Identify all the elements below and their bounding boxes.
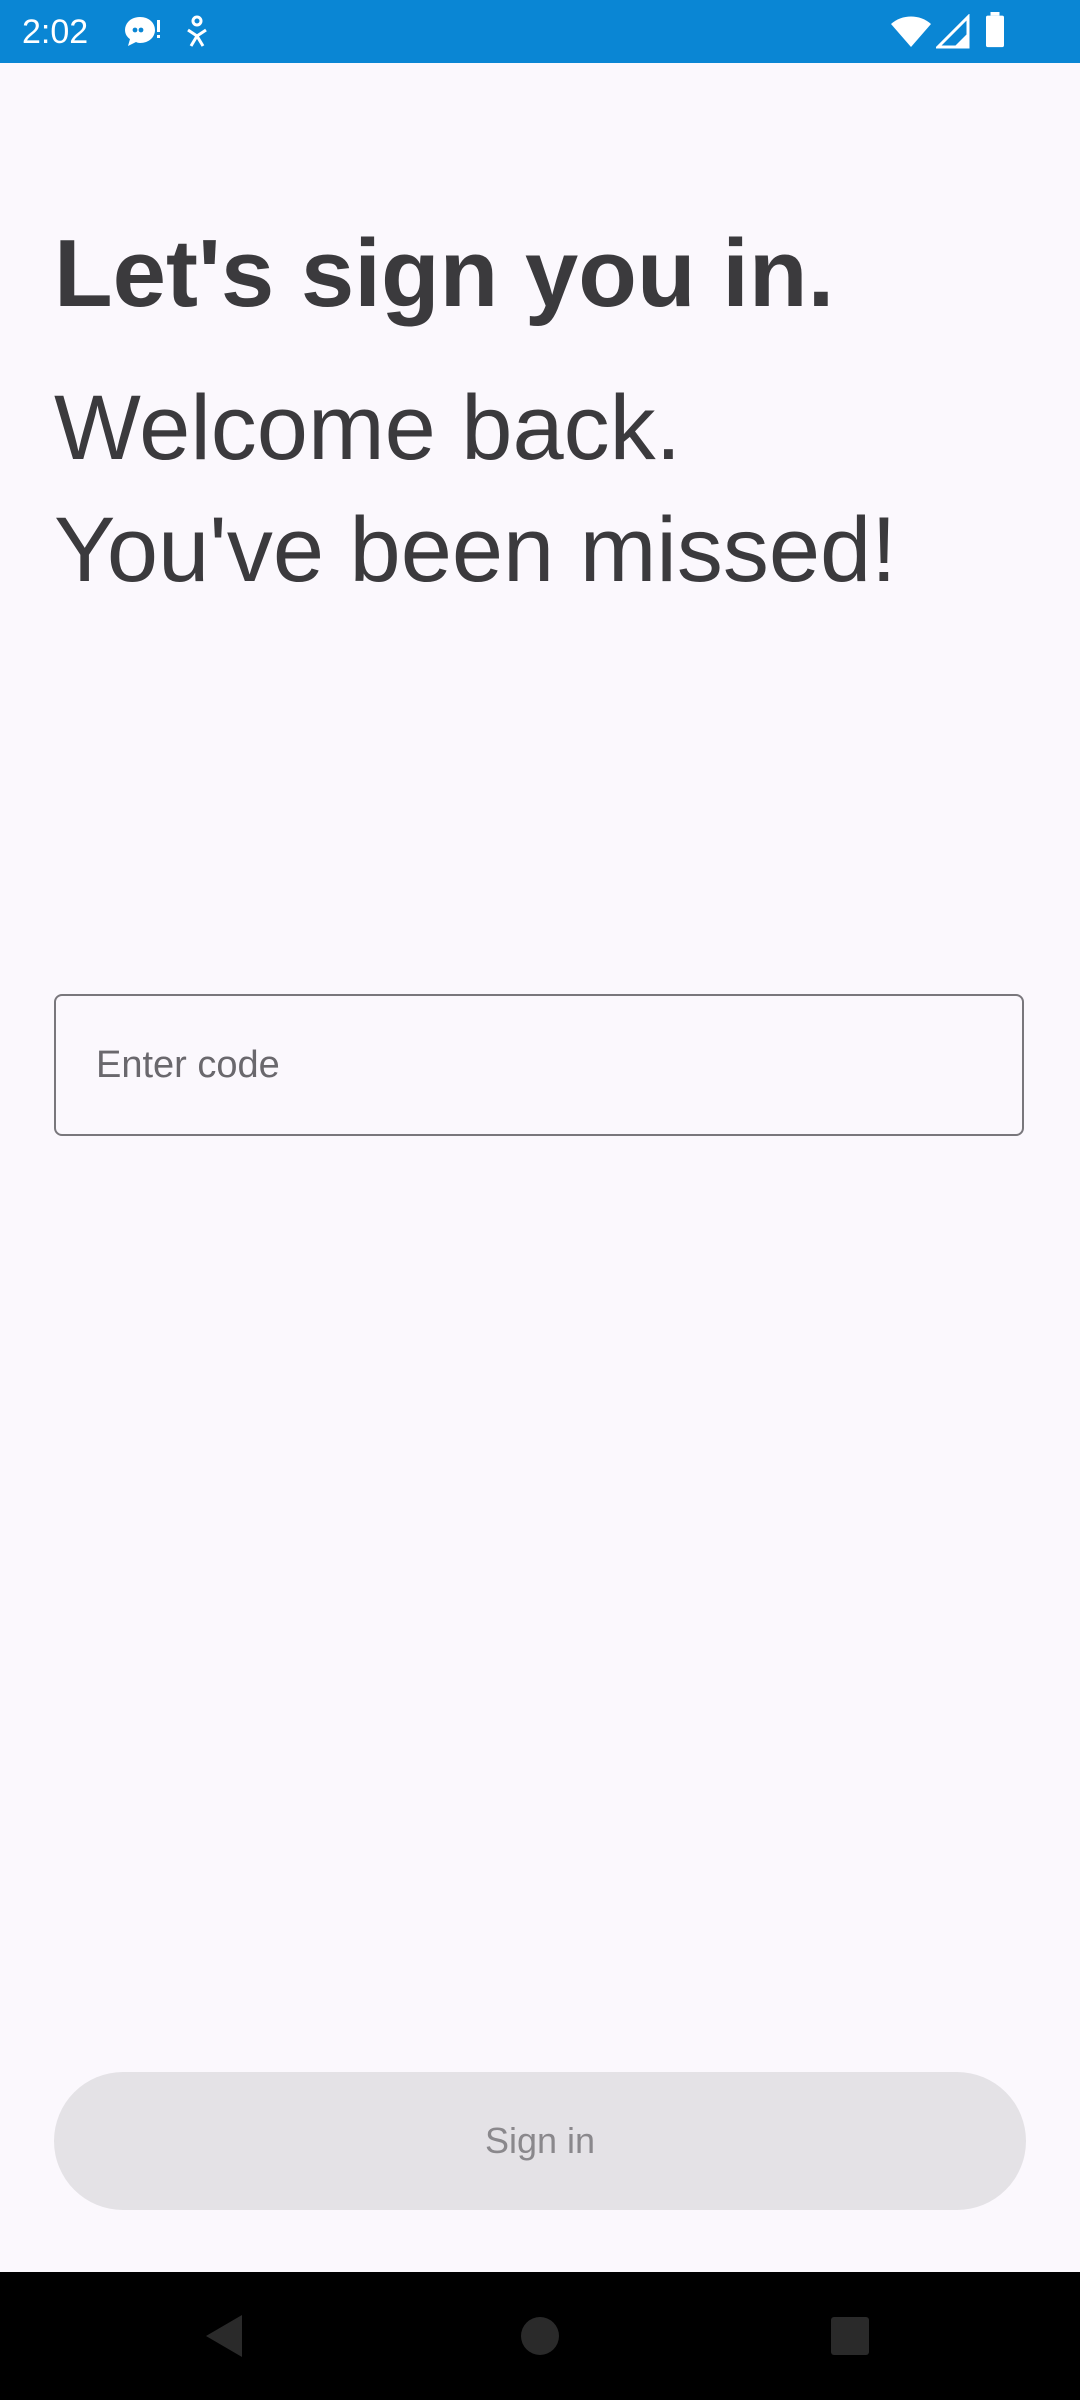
back-icon[interactable] <box>192 2302 260 2370</box>
navigation-bar <box>0 2272 1080 2400</box>
missed-text: You've been missed! <box>54 499 897 601</box>
status-time: 2:02 <box>22 13 89 51</box>
battery-icon <box>986 12 1004 48</box>
status-bar: 2:02 <box>0 0 1080 63</box>
page-title: Let's sign you in. <box>54 220 835 327</box>
sign-in-screen: 2:02 Let's sign you in. Welcome back. Yo… <box>0 0 1080 2400</box>
sign-in-button[interactable]: Sign in <box>54 2072 1026 2210</box>
code-input[interactable] <box>54 994 1024 1136</box>
wifi-icon <box>891 16 931 47</box>
home-icon[interactable] <box>506 2302 574 2370</box>
accessibility-icon <box>187 15 207 47</box>
cellular-signal-icon <box>936 14 970 49</box>
chat-notification-icon <box>125 17 160 46</box>
welcome-text: Welcome back. <box>54 377 682 479</box>
recents-icon[interactable] <box>816 2302 884 2370</box>
